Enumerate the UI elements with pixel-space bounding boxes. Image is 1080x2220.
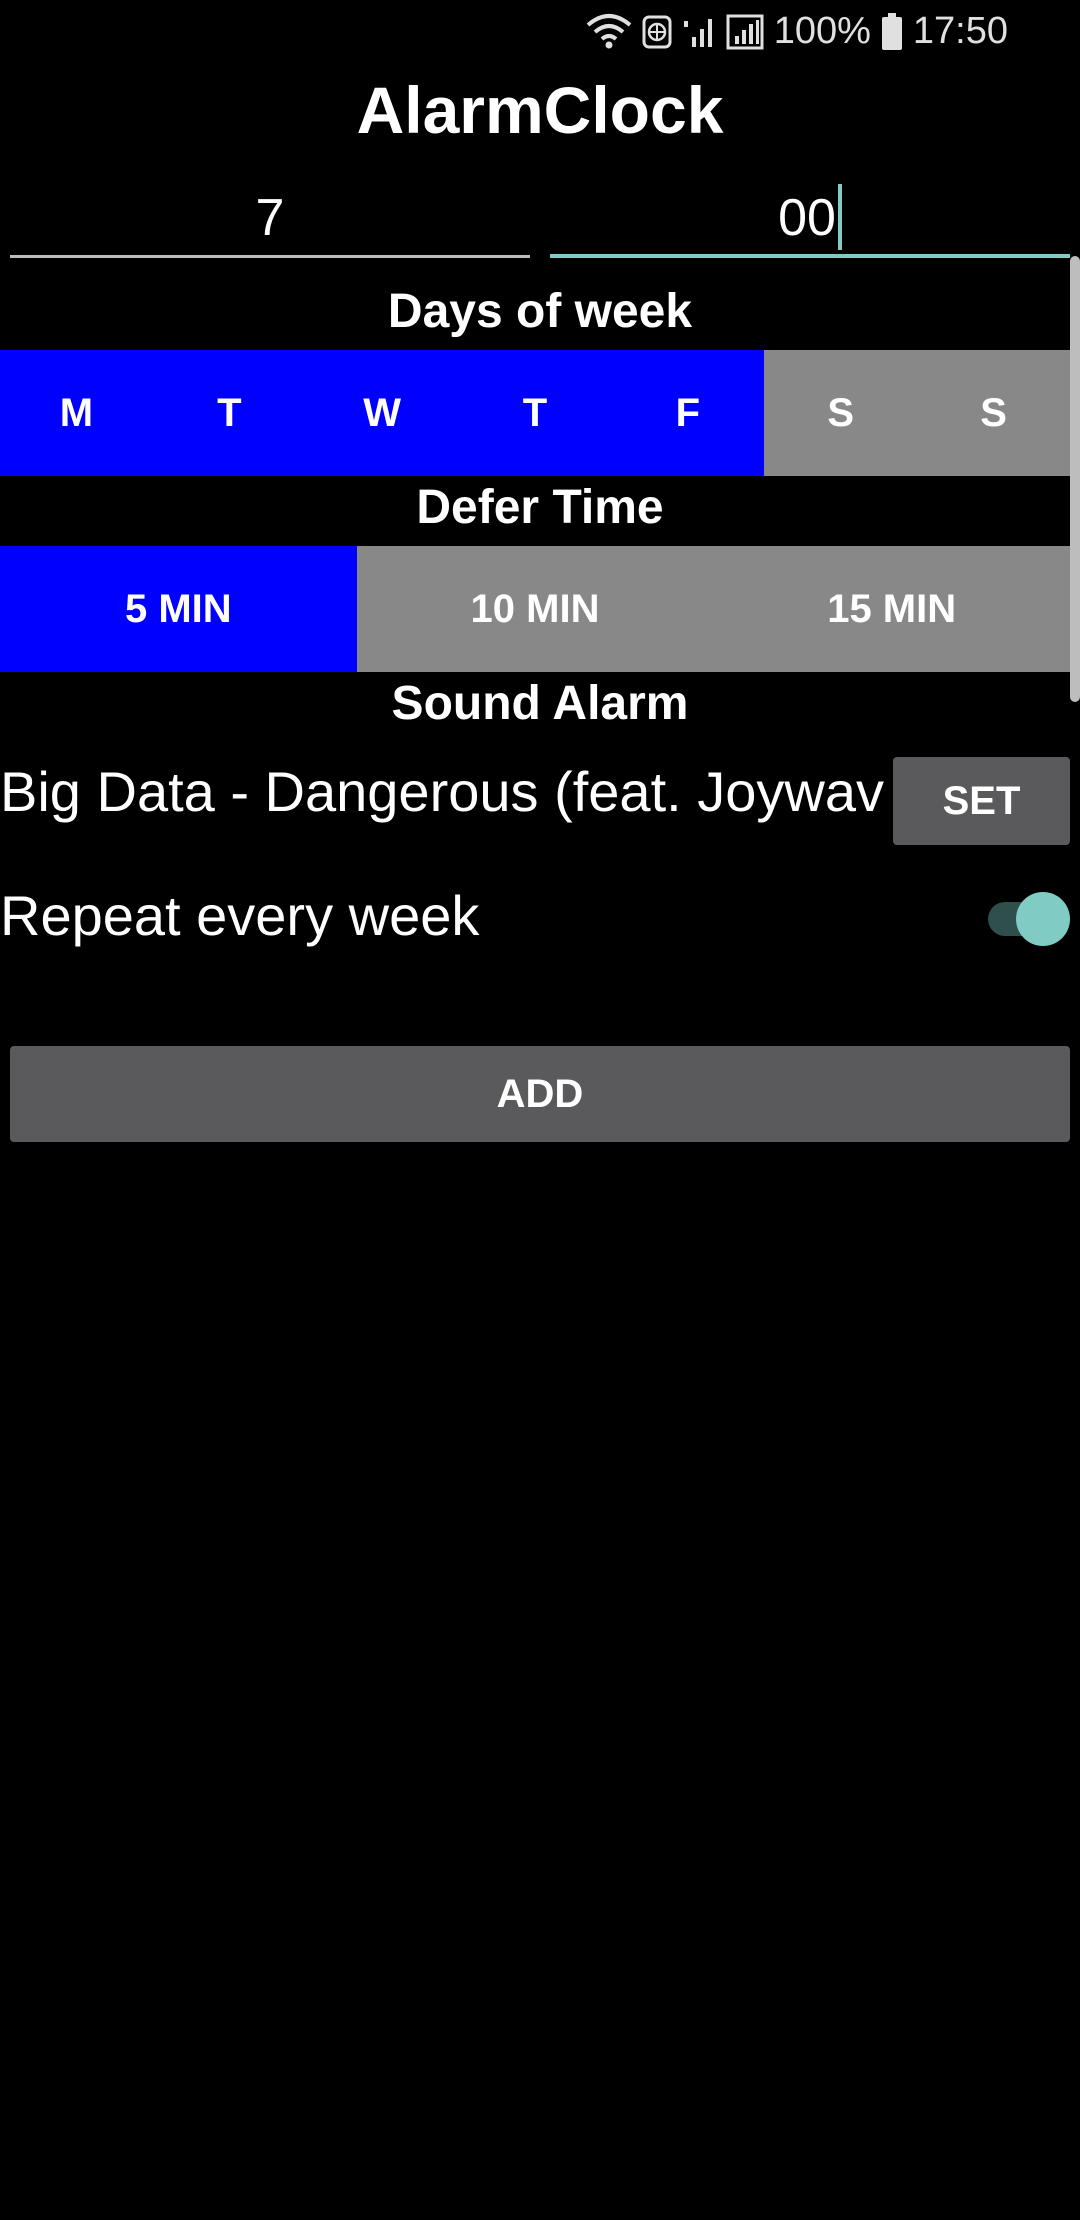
- battery-icon: [881, 12, 903, 51]
- sound-alarm-label: Sound Alarm: [391, 677, 689, 730]
- day-label: S: [827, 390, 855, 435]
- status-bar: 100% 17:50: [0, 0, 1080, 64]
- set-sound-button[interactable]: SET: [893, 757, 1070, 845]
- clock: 17:50: [912, 10, 1008, 52]
- defer-time-selector: 5 MIN 10 MIN 15 MIN: [0, 546, 1071, 672]
- day-label: T: [522, 390, 548, 435]
- defer-option-label: 15 MIN: [827, 586, 957, 631]
- text-cursor: [837, 184, 842, 251]
- defer-option-10-min[interactable]: 10 MIN: [356, 546, 714, 672]
- day-saturday[interactable]: S: [764, 350, 918, 476]
- hour-input[interactable]: 7: [10, 178, 530, 258]
- day-friday[interactable]: F: [611, 350, 765, 476]
- day-tuesday[interactable]: T: [152, 350, 306, 476]
- day-label: F: [675, 390, 701, 435]
- scrollbar[interactable]: [1070, 256, 1080, 702]
- defer-option-15-min[interactable]: 15 MIN: [713, 546, 1071, 672]
- day-label: T: [217, 390, 242, 435]
- repeat-label: Repeat every week: [0, 884, 480, 947]
- day-label: M: [59, 390, 94, 435]
- day-sunday[interactable]: S: [917, 350, 1071, 476]
- signal-icon: [682, 15, 716, 49]
- add-alarm-button[interactable]: ADD: [10, 1046, 1070, 1142]
- defer-option-label: 10 MIN: [470, 586, 600, 631]
- battery-percent: 100%: [773, 10, 871, 52]
- wifi-icon: [586, 13, 632, 51]
- toggle-thumb: [1016, 892, 1070, 946]
- days-of-week-label: Days of week: [387, 285, 693, 338]
- status-indicators: 100% 17:50: [586, 10, 1008, 53]
- defer-option-5-min[interactable]: 5 MIN: [0, 546, 357, 672]
- signal-icon: [726, 14, 764, 50]
- day-thursday[interactable]: T: [458, 350, 612, 476]
- hour-value: 7: [255, 189, 285, 247]
- day-wednesday[interactable]: W: [305, 350, 459, 476]
- vpn-globe-icon: [642, 15, 672, 49]
- defer-option-label: 5 MIN: [124, 586, 232, 631]
- day-label: W: [363, 390, 402, 435]
- day-label: S: [980, 390, 1007, 435]
- minute-input[interactable]: 00: [550, 178, 1070, 258]
- defer-time-label: Defer Time: [416, 481, 664, 534]
- repeat-toggle[interactable]: [986, 892, 1070, 946]
- app-title: AlarmClock: [356, 73, 724, 147]
- minute-value: 00: [778, 189, 836, 247]
- day-monday[interactable]: M: [0, 350, 153, 476]
- sound-track-name: Big Data - Dangerous (feat. Joywave): [0, 760, 884, 823]
- days-of-week-selector: M T W T F S S: [0, 350, 1071, 476]
